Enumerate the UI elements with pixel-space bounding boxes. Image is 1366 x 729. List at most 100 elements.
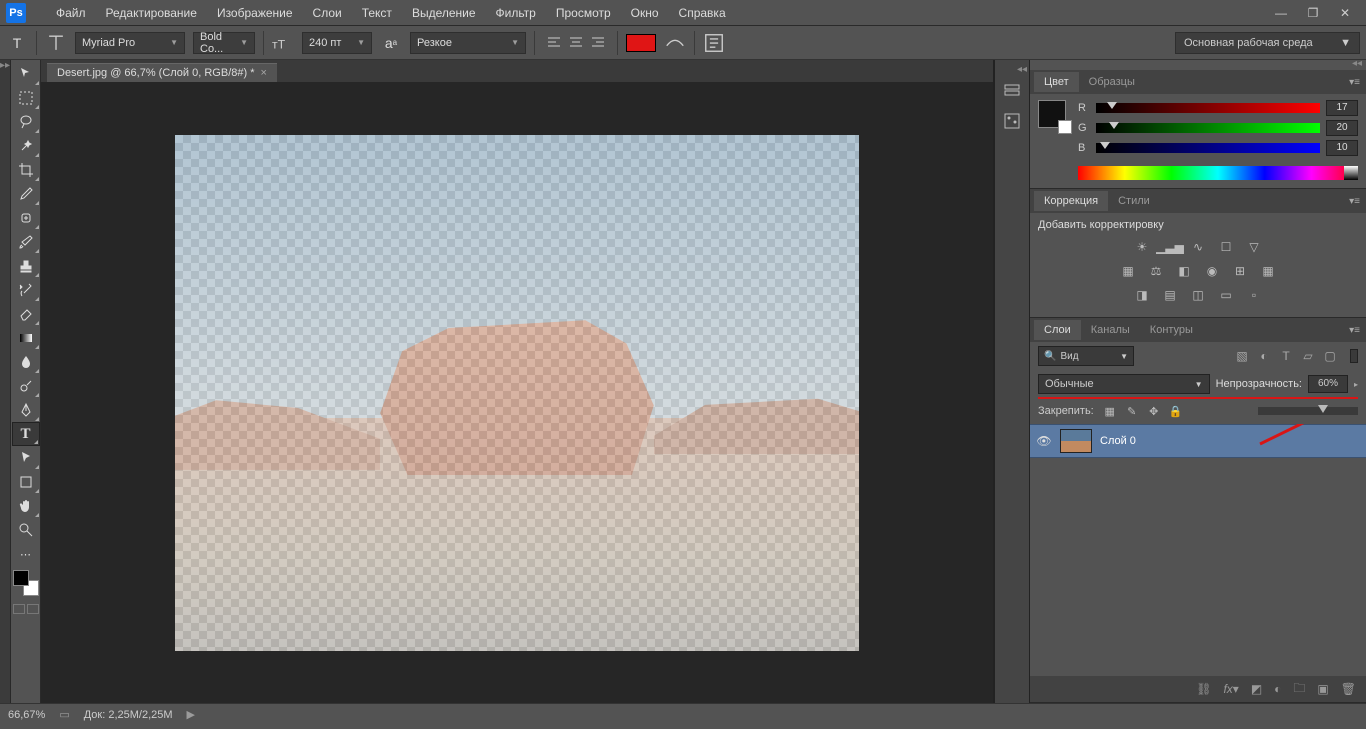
window-minimize-button[interactable]: — bbox=[1272, 6, 1290, 20]
b-slider[interactable] bbox=[1096, 143, 1320, 153]
filter-type-icon[interactable]: T bbox=[1278, 348, 1294, 364]
brush-tool[interactable] bbox=[12, 230, 40, 254]
gradient-tool[interactable] bbox=[12, 326, 40, 350]
menu-help[interactable]: Справка bbox=[669, 6, 736, 20]
adj-selective-icon[interactable]: ▫ bbox=[1245, 287, 1263, 303]
adj-vibrance-icon[interactable]: ▽ bbox=[1245, 239, 1263, 255]
path-select-tool[interactable] bbox=[12, 446, 40, 470]
document-tab[interactable]: Desert.jpg @ 66,7% (Слой 0, RGB/8#) * × bbox=[47, 63, 277, 82]
blur-tool[interactable] bbox=[12, 350, 40, 374]
adj-curves-icon[interactable]: ∿ bbox=[1189, 239, 1207, 255]
hue-strip[interactable] bbox=[1078, 166, 1358, 180]
edit-toolbar[interactable]: ⋯ bbox=[12, 542, 40, 566]
adj-hue-icon[interactable]: ▦ bbox=[1119, 263, 1137, 279]
history-brush-tool[interactable] bbox=[12, 278, 40, 302]
layer-mask-icon[interactable]: ◩ bbox=[1251, 682, 1262, 696]
filter-pixel-icon[interactable]: ▧ bbox=[1234, 348, 1250, 364]
layer-item[interactable]: 👁 Слой 0 bbox=[1030, 424, 1366, 458]
font-size-dropdown[interactable]: 240 пт▼ bbox=[302, 32, 372, 54]
zoom-level[interactable]: 66,67% bbox=[8, 709, 45, 721]
font-weight-dropdown[interactable]: Bold Co...▼ bbox=[193, 32, 255, 54]
filter-toggle[interactable] bbox=[1350, 349, 1358, 363]
crop-tool[interactable] bbox=[12, 158, 40, 182]
opacity-flyout-icon[interactable]: ▸ bbox=[1354, 380, 1358, 389]
hand-tool[interactable] bbox=[12, 494, 40, 518]
tab-color[interactable]: Цвет bbox=[1034, 72, 1079, 92]
menu-edit[interactable]: Редактирование bbox=[96, 6, 207, 20]
color-panel-menu[interactable]: ▾≡ bbox=[1343, 77, 1366, 88]
g-slider[interactable] bbox=[1096, 123, 1320, 133]
opacity-value[interactable]: 60% bbox=[1308, 375, 1348, 393]
tab-layers[interactable]: Слои bbox=[1034, 320, 1081, 340]
text-color-swatch[interactable] bbox=[626, 34, 656, 52]
adj-posterize-icon[interactable]: ▤ bbox=[1161, 287, 1179, 303]
blend-mode-dropdown[interactable]: Обычные ▼ bbox=[1038, 374, 1210, 394]
r-slider[interactable] bbox=[1096, 103, 1320, 113]
workspace-dropdown[interactable]: Основная рабочая среда▼ bbox=[1175, 32, 1360, 54]
g-value[interactable]: 20 bbox=[1326, 120, 1358, 136]
toolbox-collapse-strip[interactable]: ▸▸ bbox=[0, 60, 11, 703]
new-layer-icon[interactable]: ▣ bbox=[1317, 682, 1328, 696]
adj-levels-icon[interactable]: ▁▃▅ bbox=[1161, 239, 1179, 255]
filter-smart-icon[interactable]: ▢ bbox=[1322, 348, 1338, 364]
zoom-tool[interactable] bbox=[12, 518, 40, 542]
color-picker[interactable] bbox=[13, 570, 39, 596]
link-layers-icon[interactable]: ⛓ bbox=[1196, 682, 1211, 696]
layer-thumbnail[interactable] bbox=[1060, 429, 1092, 453]
new-group-icon[interactable]: 🗀 bbox=[1293, 679, 1305, 700]
lock-transparent-icon[interactable]: ▦ bbox=[1102, 404, 1118, 418]
healing-tool[interactable] bbox=[12, 206, 40, 230]
adj-bw-icon[interactable]: ◧ bbox=[1175, 263, 1193, 279]
menu-image[interactable]: Изображение bbox=[207, 6, 303, 20]
layer-name[interactable]: Слой 0 bbox=[1100, 435, 1136, 447]
character-panel-icon[interactable] bbox=[703, 32, 725, 54]
filter-adjust-icon[interactable]: ◐ bbox=[1256, 348, 1272, 364]
menu-window[interactable]: Окно bbox=[621, 6, 669, 20]
tab-paths[interactable]: Контуры bbox=[1140, 320, 1203, 340]
fg-bg-swatch[interactable] bbox=[1038, 100, 1066, 128]
lock-pixels-icon[interactable]: ✎ bbox=[1124, 404, 1140, 418]
font-family-dropdown[interactable]: Myriad Pro▼ bbox=[75, 32, 185, 54]
align-right-button[interactable] bbox=[587, 32, 609, 54]
align-center-button[interactable] bbox=[565, 32, 587, 54]
menu-text[interactable]: Текст bbox=[352, 6, 402, 20]
opacity-slider[interactable] bbox=[1258, 407, 1358, 415]
stamp-tool[interactable] bbox=[12, 254, 40, 278]
adj-mixer-icon[interactable]: ⊞ bbox=[1231, 263, 1249, 279]
menu-select[interactable]: Выделение bbox=[402, 6, 486, 20]
wand-tool[interactable] bbox=[12, 134, 40, 158]
adj-gradient-map-icon[interactable]: ▭ bbox=[1217, 287, 1235, 303]
lock-position-icon[interactable]: ✥ bbox=[1146, 404, 1162, 418]
tab-channels[interactable]: Каналы bbox=[1081, 320, 1140, 340]
adj-exposure-icon[interactable]: ☐ bbox=[1217, 239, 1235, 255]
tab-adjustments[interactable]: Коррекция bbox=[1034, 191, 1108, 211]
visibility-toggle-icon[interactable]: 👁 bbox=[1036, 434, 1052, 448]
quickmask-screenmode[interactable] bbox=[11, 604, 40, 614]
dodge-tool[interactable] bbox=[12, 374, 40, 398]
warp-text-icon[interactable] bbox=[664, 32, 686, 54]
menu-filter[interactable]: Фильтр bbox=[486, 6, 546, 20]
adj-threshold-icon[interactable]: ◫ bbox=[1189, 287, 1207, 303]
text-orientation-icon[interactable] bbox=[45, 32, 67, 54]
window-close-button[interactable]: ✕ bbox=[1336, 6, 1354, 20]
type-tool[interactable]: T bbox=[12, 422, 40, 446]
adj-invert-icon[interactable]: ◨ bbox=[1133, 287, 1151, 303]
close-tab-icon[interactable]: × bbox=[260, 67, 266, 79]
filter-shape-icon[interactable]: ▱ bbox=[1300, 348, 1316, 364]
new-adjustment-icon[interactable]: ◐ bbox=[1274, 682, 1281, 696]
tab-styles[interactable]: Стили bbox=[1108, 191, 1160, 211]
adj-brightness-icon[interactable]: ☀ bbox=[1133, 239, 1151, 255]
lock-all-icon[interactable]: 🔒 bbox=[1168, 404, 1184, 418]
antialias-dropdown[interactable]: Резкое▼ bbox=[410, 32, 526, 54]
history-panel-icon[interactable] bbox=[998, 78, 1026, 104]
tab-swatches[interactable]: Образцы bbox=[1079, 72, 1145, 92]
eraser-tool[interactable] bbox=[12, 302, 40, 326]
window-maximize-button[interactable]: ❐ bbox=[1304, 6, 1322, 20]
delete-layer-icon[interactable]: 🗑 bbox=[1341, 682, 1356, 696]
align-left-button[interactable] bbox=[543, 32, 565, 54]
current-tool-icon[interactable]: T bbox=[6, 32, 28, 54]
marquee-tool[interactable] bbox=[12, 86, 40, 110]
eyedropper-tool[interactable] bbox=[12, 182, 40, 206]
layer-filter-dropdown[interactable]: 🔍 Вид ▼ bbox=[1038, 346, 1134, 366]
menu-view[interactable]: Просмотр bbox=[546, 6, 621, 20]
